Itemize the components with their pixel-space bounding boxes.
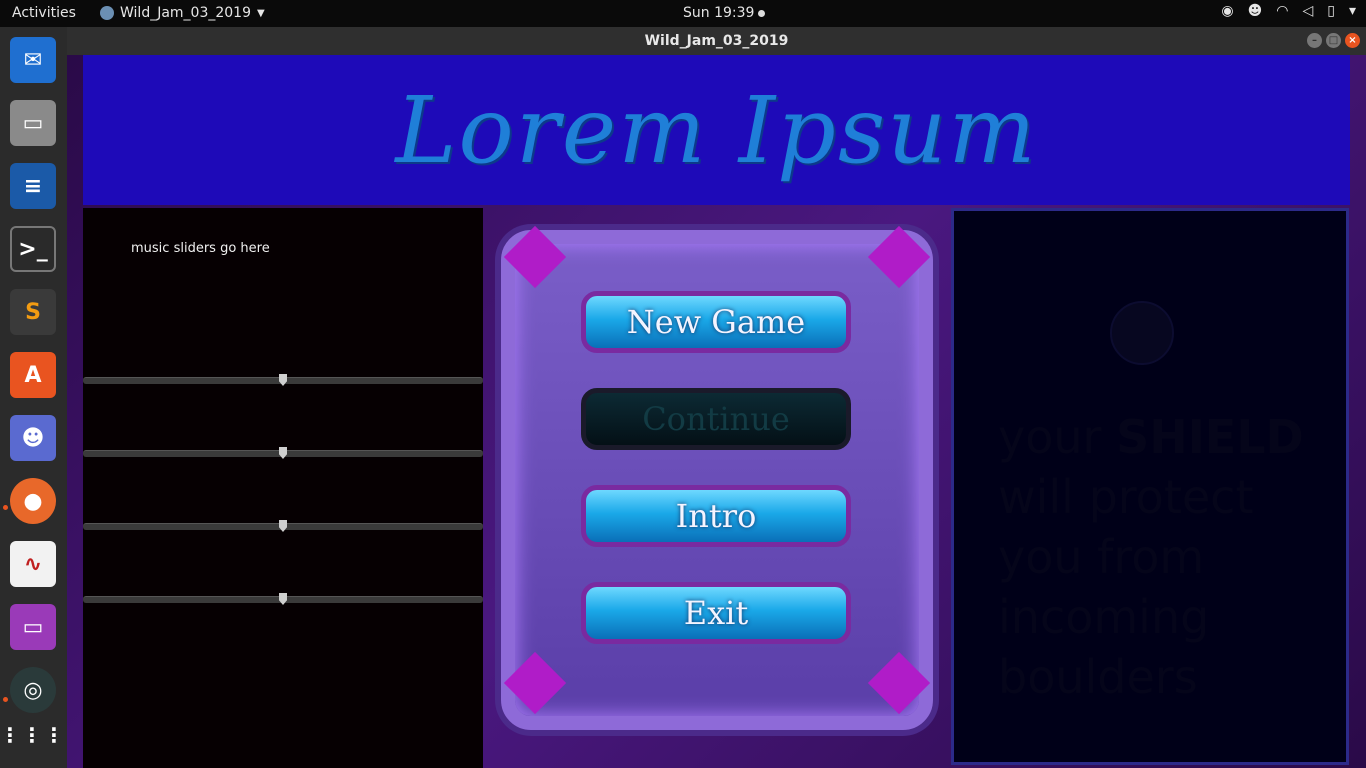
- show-applications-icon[interactable]: ⋮⋮⋮: [0, 712, 64, 758]
- clock[interactable]: Sun 19:39: [683, 5, 766, 21]
- power-menu-icon[interactable]: ▾: [1349, 3, 1356, 19]
- software-center-icon[interactable]: A: [10, 352, 56, 398]
- close-icon[interactable]: ×: [1345, 33, 1360, 48]
- activities-button[interactable]: Activities: [12, 5, 76, 21]
- sublime-text-icon[interactable]: S: [10, 289, 56, 335]
- steam-icon[interactable]: ◉: [1221, 3, 1233, 19]
- terminal-icon[interactable]: >_: [10, 226, 56, 272]
- document-viewer-icon[interactable]: ∿: [10, 541, 56, 587]
- exit-button[interactable]: Exit: [581, 582, 851, 644]
- app-menu-label: Wild_Jam_03_2019: [120, 5, 251, 21]
- volume-slider-1[interactable]: [83, 374, 483, 386]
- clock-label: Sun 19:39: [683, 5, 755, 21]
- game-title: Lorem Ipsum: [395, 76, 1038, 184]
- gnome-top-bar: Activities Wild_Jam_03_2019 ▼ Sun 19:39 …: [0, 0, 1366, 27]
- game-header: Lorem Ipsum: [83, 55, 1350, 205]
- hint-line: you from: [998, 530, 1205, 584]
- discord-dock-icon[interactable]: ☻: [10, 415, 56, 461]
- hint-text: your SHIELD will protect you from incomi…: [998, 407, 1318, 707]
- ubuntu-dock: ✉ ▭ ≡ >_ S A ☻ ● ∿ ▭ ◎ ⋮⋮⋮: [0, 27, 67, 768]
- discord-icon[interactable]: ☻: [1248, 3, 1263, 19]
- slider-handle[interactable]: [279, 374, 287, 386]
- chevron-down-icon: ▼: [257, 7, 265, 19]
- window-app-icon[interactable]: ▭: [10, 604, 56, 650]
- game-viewport: Lorem Ipsum music sliders go here New Ga…: [67, 55, 1366, 768]
- window-title: Wild_Jam_03_2019: [644, 33, 789, 49]
- hint-line: will protect: [998, 470, 1254, 524]
- battery-icon[interactable]: ▯: [1327, 3, 1335, 19]
- window-titlebar[interactable]: Wild_Jam_03_2019 – □ ×: [67, 27, 1366, 55]
- maximize-icon[interactable]: □: [1326, 33, 1341, 48]
- hint-line: incoming: [998, 590, 1210, 644]
- hint-word: your: [998, 410, 1102, 464]
- wifi-icon[interactable]: ◠: [1276, 3, 1288, 19]
- minimize-icon[interactable]: –: [1307, 33, 1322, 48]
- running-indicator: [3, 697, 8, 702]
- window-controls: – □ ×: [1307, 33, 1360, 48]
- files-icon[interactable]: ▭: [10, 100, 56, 146]
- writer-icon[interactable]: ≡: [10, 163, 56, 209]
- hint-line: boulders: [998, 650, 1198, 704]
- slider-handle[interactable]: [279, 593, 287, 605]
- volume-slider-4[interactable]: [83, 593, 483, 605]
- audio-settings-panel: music sliders go here: [83, 208, 483, 768]
- slider-handle[interactable]: [279, 520, 287, 532]
- running-indicator: [3, 505, 8, 510]
- godot-icon: [100, 6, 114, 20]
- continue-button[interactable]: Continue: [581, 388, 851, 450]
- thunderbird-icon[interactable]: ✉: [10, 37, 56, 83]
- volume-icon[interactable]: ◁: [1302, 3, 1313, 19]
- hint-emphasis: SHIELD: [1116, 410, 1304, 464]
- shield-icon: [1110, 301, 1174, 365]
- app-menu[interactable]: Wild_Jam_03_2019 ▼: [100, 5, 265, 21]
- sliders-placeholder-text: music sliders go here: [131, 241, 270, 256]
- firefox-icon[interactable]: ●: [10, 478, 56, 524]
- slider-handle[interactable]: [279, 447, 287, 459]
- notification-dot-icon: [758, 9, 766, 17]
- system-tray[interactable]: ◉ ☻ ◠ ◁ ▯ ▾: [1221, 3, 1356, 19]
- new-game-button[interactable]: New Game: [581, 291, 851, 353]
- volume-slider-2[interactable]: [83, 447, 483, 459]
- intro-button[interactable]: Intro: [581, 485, 851, 547]
- volume-slider-3[interactable]: [83, 520, 483, 532]
- obs-icon[interactable]: ◎: [10, 667, 56, 713]
- hint-panel: your SHIELD will protect you from incomi…: [951, 208, 1349, 765]
